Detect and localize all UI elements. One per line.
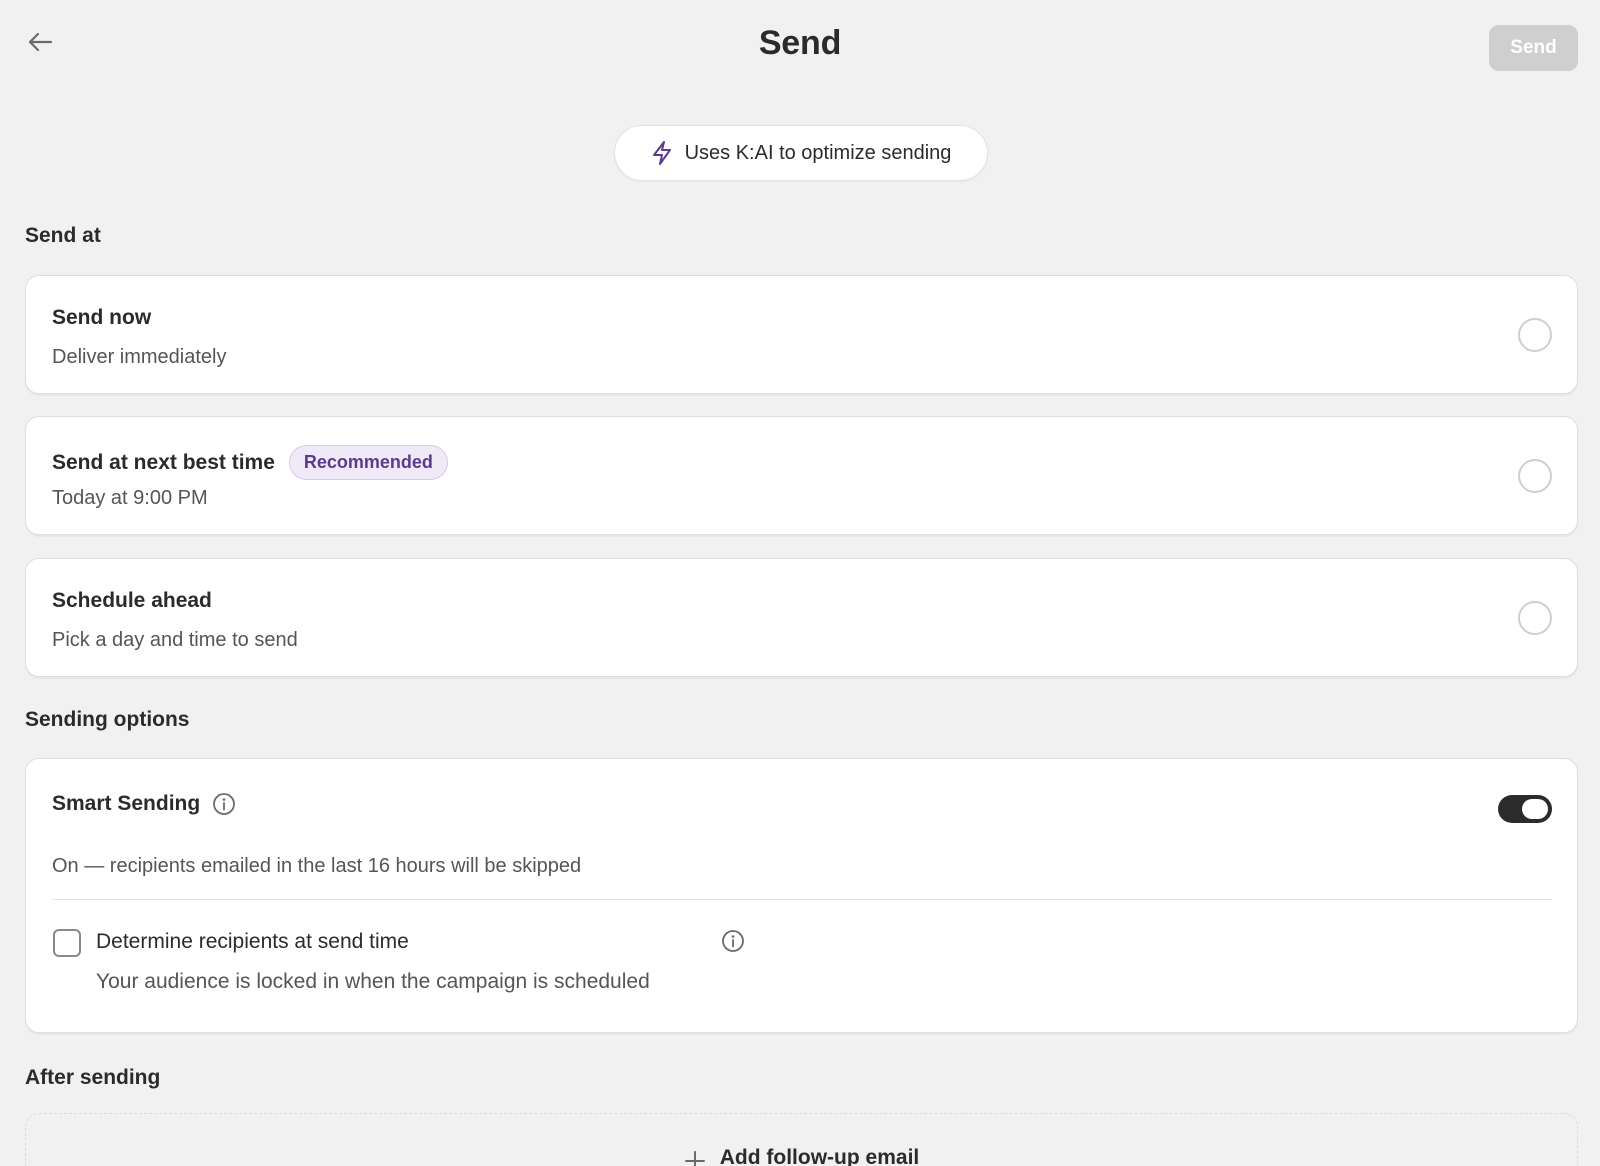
smart-sending-toggle[interactable]	[1498, 795, 1552, 823]
determine-recipients-label[interactable]: Determine recipients at send time	[96, 930, 409, 954]
kai-pill-label: Uses K:AI to optimize sending	[684, 141, 952, 164]
next-best-time-title-row: Send at next best time Recommended	[52, 445, 448, 480]
smart-sending-title: Smart Sending	[52, 792, 201, 815]
after-sending-heading: After sending	[25, 1066, 161, 1089]
smart-sending-description: On — recipients emailed in the last 16 h…	[52, 855, 582, 877]
plus-icon	[684, 1151, 705, 1166]
schedule-ahead-subtitle: Pick a day and time to send	[52, 629, 298, 651]
send-now-option[interactable]: Send now Deliver immediately	[25, 275, 1578, 394]
add-followup-email-button[interactable]: Add follow-up email	[25, 1113, 1578, 1166]
send-button[interactable]: Send	[1489, 25, 1578, 71]
divider	[52, 899, 1552, 900]
schedule-ahead-radio[interactable]	[1518, 601, 1552, 635]
send-now-title: Send now	[52, 306, 152, 329]
sending-options-heading: Sending options	[25, 708, 190, 731]
schedule-ahead-title-row: Schedule ahead	[52, 589, 212, 613]
page-title: Send	[758, 24, 842, 62]
info-icon[interactable]	[721, 929, 745, 953]
send-page: Send Send Uses K:AI to optimize sending …	[0, 0, 1600, 1166]
determine-recipients-checkbox[interactable]	[53, 929, 81, 957]
send-now-title-row: Send now	[52, 306, 151, 330]
kai-optimize-pill[interactable]: Uses K:AI to optimize sending	[614, 125, 988, 181]
next-best-time-subtitle: Today at 9:00 PM	[52, 487, 208, 509]
toggle-knob	[1522, 799, 1548, 819]
send-next-best-time-option[interactable]: Send at next best time Recommended Today…	[25, 416, 1578, 535]
next-best-time-title: Send at next best time	[52, 450, 275, 474]
lightning-icon	[652, 141, 671, 165]
recommended-badge: Recommended	[288, 445, 448, 480]
add-followup-email-label: Add follow-up email	[719, 1146, 920, 1166]
schedule-ahead-title: Schedule ahead	[52, 589, 212, 612]
determine-recipients-description: Your audience is locked in when the camp…	[96, 970, 650, 993]
next-best-time-radio[interactable]	[1518, 459, 1552, 493]
send-at-heading: Send at	[25, 224, 101, 247]
sending-options-card: Smart Sending On — recipients emailed in…	[25, 758, 1578, 1033]
send-now-radio[interactable]	[1518, 318, 1552, 352]
schedule-ahead-option[interactable]: Schedule ahead Pick a day and time to se…	[25, 558, 1578, 677]
smart-sending-row: Smart Sending	[52, 792, 236, 816]
info-icon[interactable]	[212, 792, 236, 816]
send-now-subtitle: Deliver immediately	[52, 346, 227, 368]
